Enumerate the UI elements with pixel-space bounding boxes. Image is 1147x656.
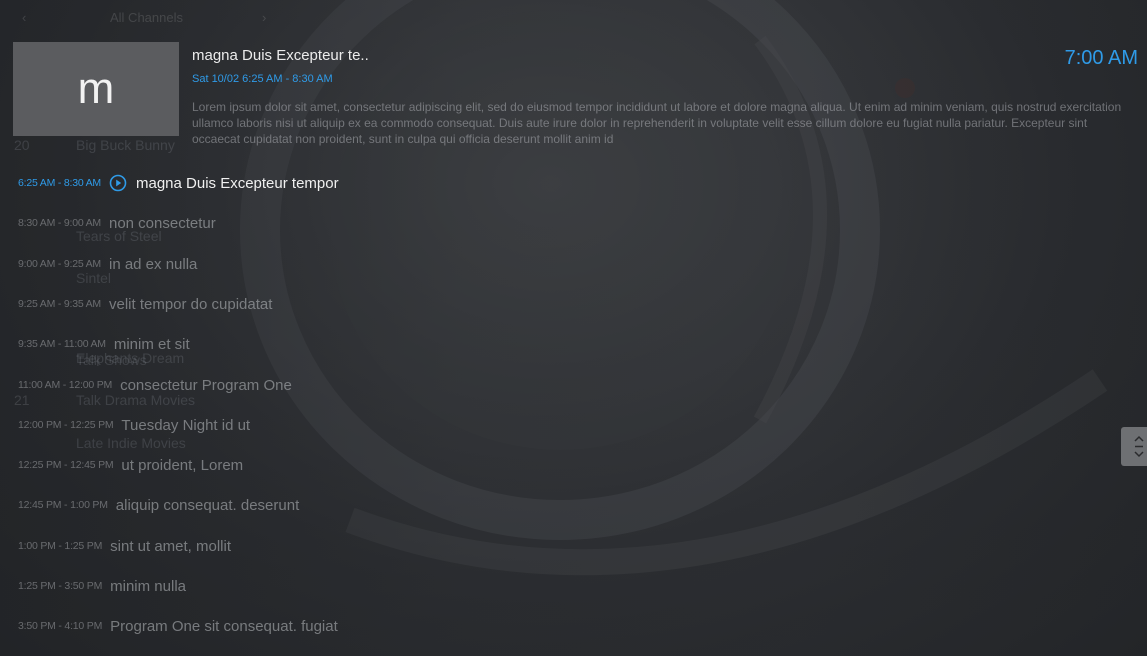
schedule-time: 11:00 AM - 12:00 PM: [18, 379, 113, 391]
schedule-row[interactable]: 3:50 PM - 4:10 PM Program One sit consequ…: [18, 613, 338, 639]
chevron-right-icon: ›: [262, 10, 267, 25]
schedule-program-name: consectetur Program One: [120, 376, 292, 394]
schedule-program-name: non consectetur: [108, 214, 216, 232]
schedule-row[interactable]: 12:00 PM - 12:25 PM Tuesday Night id ut: [18, 412, 250, 438]
schedule-time: 1:25 PM - 3:50 PM: [18, 580, 103, 592]
program-description: Lorem ipsum dolor sit amet, consectetur …: [192, 100, 1122, 146]
schedule-program-name: minim nulla: [110, 577, 186, 595]
chevron-left-icon: ‹: [22, 10, 27, 25]
schedule-program-name: in ad ex nulla: [108, 255, 198, 273]
schedule-row[interactable]: 9:25 AM - 9:35 AM velit tempor do cupidat…: [18, 291, 272, 317]
schedule-time: 9:00 AM - 9:25 AM: [18, 258, 101, 270]
schedule-program-name: minim et sit: [113, 335, 190, 353]
schedule-row-current[interactable]: 6:25 AM - 8:30 AM magna Duis Excepteur te…: [18, 170, 339, 196]
schedule-row[interactable]: 8:30 AM - 9:00 AM non consectetur: [18, 210, 216, 236]
schedule-time: 12:25 PM - 12:45 PM: [18, 459, 114, 471]
schedule-time: 3:50 PM - 4:10 PM: [18, 620, 103, 632]
schedule-row[interactable]: 12:45 PM - 1:00 PM aliquip consequat. des…: [18, 492, 299, 518]
schedule-time: 12:45 PM - 1:00 PM: [18, 499, 108, 511]
schedule-program-name: Program One sit consequat. fugiat: [110, 617, 338, 635]
schedule-program-name: sint ut amet, mollit: [110, 537, 232, 555]
schedule-row[interactable]: 9:00 AM - 9:25 AM in ad ex nulla: [18, 251, 197, 277]
schedule-program-name: Tuesday Night id ut: [121, 416, 251, 434]
scroll-arrows-icon: [1134, 435, 1144, 458]
ghost-channel-row: 20 Big Buck Bunny: [14, 137, 175, 153]
schedule-row[interactable]: 9:35 AM - 11:00 AM minim et sit: [18, 331, 190, 357]
channel-group-label: All Channels: [110, 10, 183, 25]
play-circle-icon: [109, 174, 127, 192]
schedule-time: 9:25 AM - 9:35 AM: [18, 298, 101, 310]
schedule-program-name: ut proident, Lorem: [121, 456, 244, 474]
schedule-program-name: aliquip consequat. deserunt: [115, 496, 300, 514]
scroll-handle-icon[interactable]: [1121, 427, 1147, 466]
channel-group-header: ‹ All Channels ›: [0, 8, 290, 28]
schedule-time: 12:00 PM - 12:25 PM: [18, 419, 114, 431]
schedule-time: 8:30 AM - 9:00 AM: [18, 217, 101, 229]
program-airtime: Sat 10/02 6:25 AM - 8:30 AM: [192, 73, 333, 85]
schedule-time: 6:25 AM - 8:30 AM: [18, 177, 101, 189]
epg-screen: ‹ All Channels › 20 Big Buck Bunny Tears o…: [0, 0, 1147, 656]
schedule-row[interactable]: 1:25 PM - 3:50 PM minim nulla: [18, 573, 186, 599]
schedule-row[interactable]: 12:25 PM - 12:45 PM ut proident, Lorem: [18, 452, 243, 478]
thumbnail-letter: m: [77, 64, 115, 113]
ghost-channel-number: 20: [14, 137, 30, 153]
clock: 7:00 AM: [1064, 47, 1138, 69]
program-title: magna Duis Excepteur te..: [192, 47, 369, 64]
program-thumbnail: m: [13, 42, 179, 136]
schedule-program-name: magna Duis Excepteur tempor: [135, 174, 339, 192]
schedule-row[interactable]: 1:00 PM - 1:25 PM sint ut amet, mollit: [18, 533, 231, 559]
schedule-row[interactable]: 11:00 AM - 12:00 PM consectetur Program O…: [18, 372, 292, 398]
schedule-program-name: velit tempor do cupidatat: [108, 295, 273, 313]
schedule-time: 9:35 AM - 11:00 AM: [18, 338, 106, 350]
ghost-channel-name: Big Buck Bunny: [76, 137, 175, 153]
schedule-time: 1:00 PM - 1:25 PM: [18, 540, 103, 552]
